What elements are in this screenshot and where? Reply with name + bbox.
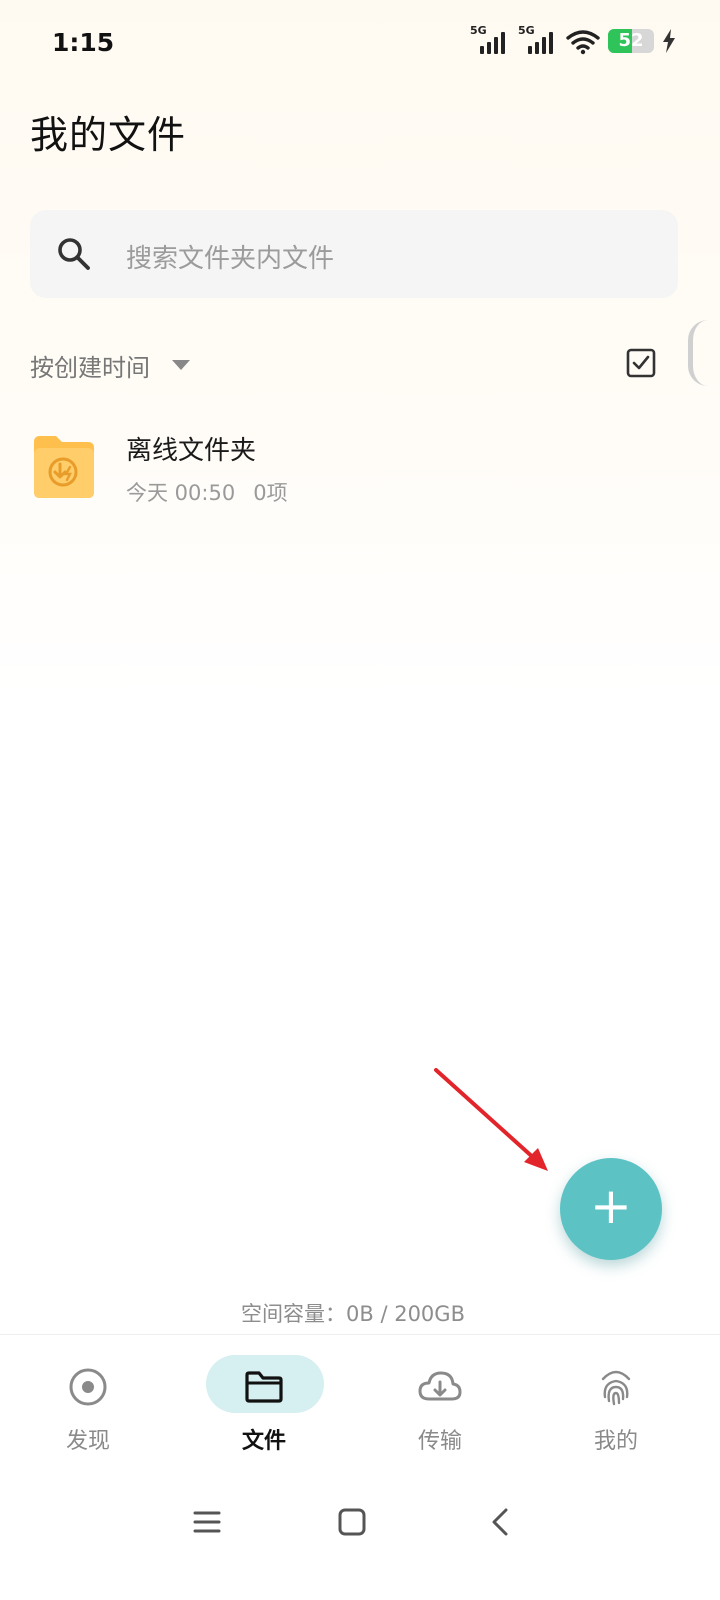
menu-icon[interactable] — [186, 1506, 226, 1538]
tab-label: 我的 — [593, 1429, 638, 1454]
plus-icon: + — [590, 1177, 632, 1235]
tab-discover[interactable]: 发现 — [18, 1335, 158, 1477]
fingerprint-icon — [601, 1370, 631, 1406]
signal-2-label: 5G — [518, 24, 535, 37]
tab-label: 文件 — [241, 1429, 286, 1454]
caret-down-icon[interactable] — [172, 360, 190, 370]
back-icon[interactable] — [480, 1506, 520, 1538]
wifi-icon — [566, 30, 600, 55]
status-icons: 5G 5G 52 — [470, 24, 676, 56]
edge-swipe-handle[interactable] — [688, 320, 708, 386]
search-placeholder: 搜索文件夹内文件 — [126, 244, 335, 274]
battery-icon: 52 — [608, 29, 654, 53]
sort-dropdown[interactable]: 按创建时间 — [30, 348, 150, 383]
tab-label: 发现 — [65, 1429, 110, 1454]
offline-download-folder-icon — [34, 436, 94, 498]
multi-select-checkbox-icon[interactable] — [626, 348, 656, 378]
folder-date: 今天 00:50 — [126, 481, 236, 505]
battery-level: 52 — [618, 30, 644, 51]
system-nav-bar — [0, 1476, 720, 1600]
tab-files[interactable]: 文件 — [194, 1335, 334, 1477]
cellular-signal-2-icon: 5G — [518, 24, 558, 56]
page-title: 我的文件 — [30, 113, 187, 157]
folder-count: 0项 — [253, 481, 288, 505]
status-time: 1:15 — [52, 28, 115, 57]
search-icon — [58, 238, 90, 270]
folder-name: 离线文件夹 — [126, 436, 257, 466]
storage-capacity: 空间容量：0B / 200GB — [241, 1302, 465, 1326]
search-input[interactable]: 搜索文件夹内文件 — [30, 210, 678, 298]
status-bar: 1:15 5G 5G 52 — [0, 0, 720, 88]
add-button[interactable]: + — [560, 1158, 662, 1260]
folder-meta: 今天 00:50 0项 — [126, 477, 306, 507]
cellular-signal-icon: 5G — [470, 24, 510, 56]
sort-bar: 按创建时间 — [30, 344, 660, 384]
tab-label: 传输 — [417, 1429, 462, 1454]
folder-icon — [245, 1371, 283, 1403]
charging-icon — [663, 29, 675, 53]
bottom-nav: 发现 文件 传输 我的 — [0, 1334, 720, 1476]
tab-mine[interactable]: 我的 — [546, 1335, 686, 1477]
list-item[interactable]: 离线文件夹 今天 00:50 0项 — [30, 426, 690, 510]
tab-transfer[interactable]: 传输 — [370, 1335, 510, 1477]
home-icon[interactable] — [332, 1506, 372, 1538]
discover-icon — [69, 1368, 107, 1406]
cloud-download-icon — [418, 1371, 462, 1401]
signal-1-label: 5G — [470, 24, 487, 37]
